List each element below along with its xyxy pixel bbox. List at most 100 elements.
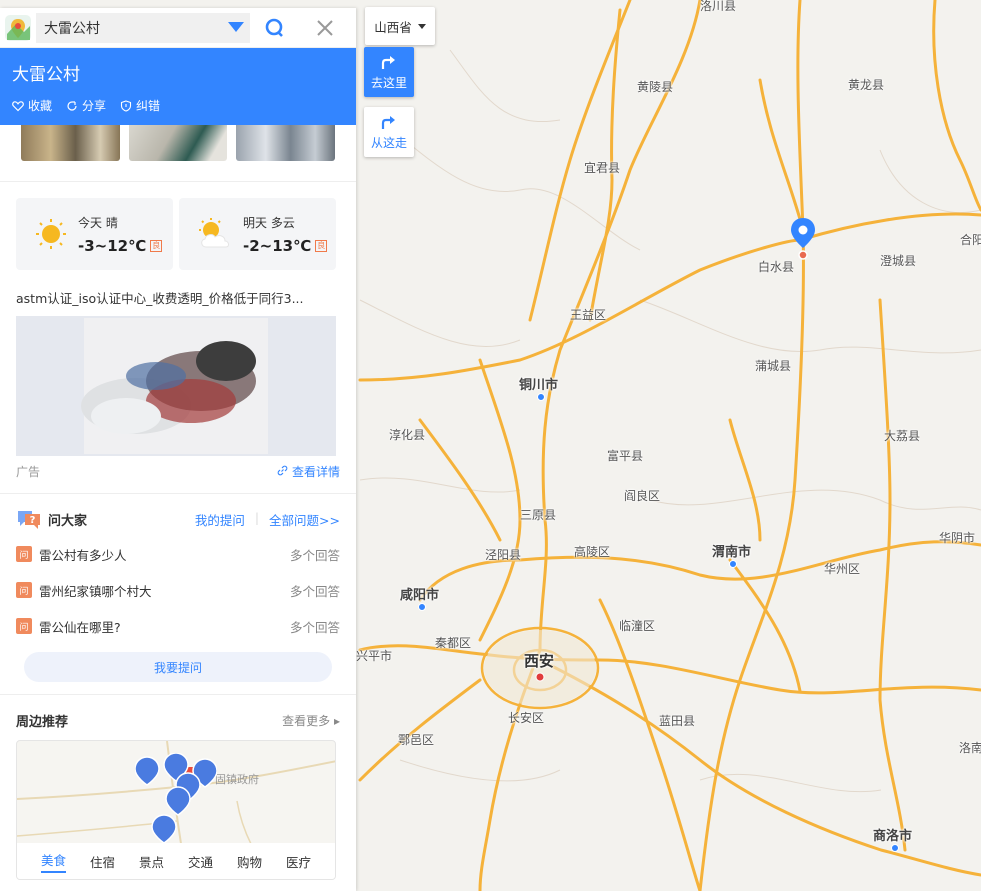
map-label-fuping: 富平县 — [607, 449, 644, 463]
map-label-pucheng: 蒲城县 — [755, 359, 792, 373]
search-query: 大雷公村 — [44, 20, 100, 37]
tab-medical[interactable]: 医疗 — [286, 852, 311, 871]
qa-item[interactable]: 问雷公仙在哪里? 多个回答 — [16, 608, 340, 644]
place-photo[interactable] — [21, 125, 120, 161]
map-label-huyi: 鄠邑区 — [398, 733, 435, 747]
go-here-button[interactable]: 去这里 — [364, 47, 414, 97]
favorite-label: 收藏 — [28, 99, 53, 113]
turn-right-arrow-icon — [381, 115, 395, 129]
shield-icon — [120, 99, 132, 112]
partly-cloudy-icon — [199, 218, 229, 248]
place-title: 大雷公村 — [12, 65, 80, 85]
nearby-more-label: 查看更多 — [282, 714, 331, 728]
weather-tomorrow-temp: -2~13℃ — [243, 236, 312, 255]
nearby-section: 周边推荐 查看更多 ▸ 固镇政府 美食 住宿 景点 交通 购物 医疗 — [0, 695, 356, 891]
map-label-yanliang: 阎良区 — [624, 489, 661, 503]
ad-image[interactable] — [16, 316, 336, 456]
qa-answer-count: 多个回答 — [289, 619, 340, 635]
heart-icon — [12, 100, 24, 111]
sunny-icon — [36, 219, 66, 249]
close-button[interactable] — [300, 8, 350, 48]
share-button[interactable]: 分享 — [66, 97, 106, 114]
map-label-luonan: 洛南 — [959, 741, 981, 755]
map-label-huayin: 华阴市 — [939, 531, 976, 545]
favorite-button[interactable]: 收藏 — [12, 97, 52, 114]
map-label-chengcheng: 澄城县 — [880, 254, 917, 268]
map-label-dali: 大荔县 — [884, 429, 921, 443]
tab-shopping[interactable]: 购物 — [237, 852, 262, 871]
map-label-gaoling: 高陵区 — [574, 545, 611, 559]
map-label-xianyang[interactable]: 咸阳市 — [400, 584, 439, 603]
qa-question: 雷州纪家镇哪个村大 — [39, 583, 152, 599]
ad-link-label: 查看详情 — [291, 465, 340, 479]
map-label-wangyi: 王益区 — [570, 308, 607, 322]
all-questions-link[interactable]: 全部问题>> — [269, 510, 340, 529]
qa-answer-count: 多个回答 — [289, 583, 340, 599]
nearby-category-tabs: 美食 住宿 景点 交通 购物 医疗 — [17, 843, 335, 879]
mini-map-label: 固镇政府 — [215, 772, 259, 786]
map-label-sanyuan: 三原县 — [520, 508, 557, 522]
map-label-heyang: 合阳 — [960, 233, 981, 247]
map-label-changan: 长安区 — [508, 711, 545, 725]
qa-question: 雷公村有多少人 — [39, 547, 127, 563]
ad-headline[interactable]: astm认证_iso认证中心_收费透明_价格低于同行3... — [0, 288, 356, 307]
chevron-right-icon: ▸ — [333, 714, 340, 728]
link-icon — [277, 465, 288, 476]
place-actions: 收藏 分享 纠错 — [12, 97, 344, 114]
province-label: 山西省 — [374, 19, 412, 35]
dropdown-triangle-icon[interactable] — [228, 21, 244, 32]
map-label-tongchuan[interactable]: 铜川市 — [519, 374, 558, 393]
map-label-chunhua: 淳化县 — [389, 428, 426, 442]
qa-item[interactable]: 问雷公村有多少人 多个回答 — [16, 536, 340, 572]
weather-today-card[interactable]: 今天 晴 -3~12℃ 良 — [16, 198, 173, 270]
map-label-lintong: 临潼区 — [619, 619, 656, 633]
air-quality-badge: 良 — [315, 239, 328, 252]
weather-section: 今天 晴 -3~12℃ 良 明天 多云 -2~13℃ 良 — [0, 182, 356, 282]
go-here-label: 去这里 — [370, 75, 407, 90]
report-label: 纠错 — [136, 99, 161, 113]
search-input[interactable]: 大雷公村 — [36, 12, 250, 43]
weather-tomorrow-label: 明天 多云 — [243, 215, 295, 230]
place-photo[interactable] — [236, 125, 336, 161]
ad-details-link[interactable]: 查看详情 — [277, 463, 340, 480]
separator: | — [254, 509, 260, 525]
from-here-button[interactable]: 从这走 — [364, 107, 414, 157]
qa-title: 问大家 — [48, 513, 88, 529]
search-button[interactable] — [250, 8, 300, 48]
weather-tomorrow-card[interactable]: 明天 多云 -2~13℃ 良 — [179, 198, 336, 270]
search-bar: 大雷公村 — [0, 8, 356, 48]
nearby-more-link[interactable]: 查看更多 ▸ — [282, 712, 340, 729]
from-here-label: 从这走 — [370, 135, 407, 150]
ask-question-button[interactable]: 我要提问 — [24, 652, 332, 682]
share-label: 分享 — [82, 99, 107, 113]
tab-food[interactable]: 美食 — [40, 850, 66, 873]
share-icon — [67, 100, 77, 111]
ad-label: 广告 — [16, 465, 41, 479]
search-icon — [265, 18, 283, 37]
map-label-weinan[interactable]: 渭南市 — [712, 541, 751, 560]
place-photo[interactable] — [128, 125, 228, 161]
my-questions-link[interactable]: 我的提问 — [195, 510, 245, 529]
map-logo-icon[interactable] — [0, 8, 36, 48]
province-selector[interactable]: 山西省 — [365, 7, 435, 45]
tab-hotel[interactable]: 住宿 — [90, 852, 115, 871]
report-button[interactable]: 纠错 — [120, 97, 160, 114]
place-detail-panel: 大雷公村 大雷公村 收藏 分享 纠错 今天 晴 -3~12℃ 良 明天 多云 -… — [0, 8, 356, 891]
question-icon: 问 — [16, 582, 32, 598]
restaurant-marker-icon[interactable] — [135, 753, 217, 843]
map-label-shangluo[interactable]: 商洛市 — [873, 825, 912, 844]
svg-text:?: ? — [30, 515, 36, 526]
nearby-title: 周边推荐 — [16, 715, 69, 730]
question-icon: 问 — [16, 618, 32, 634]
qa-item[interactable]: 问雷州纪家镇哪个村大 多个回答 — [16, 572, 340, 608]
map-label-xian[interactable]: 西安 — [524, 650, 554, 671]
tab-scenic[interactable]: 景点 — [139, 852, 164, 871]
nearby-mini-map[interactable]: 固镇政府 美食 住宿 景点 交通 购物 医疗 — [16, 740, 336, 880]
qa-section: ? 问大家 我的提问 | 全部问题>> 问雷公村有多少人 多个回答 问雷州纪家镇… — [0, 494, 356, 694]
tab-transport[interactable]: 交通 — [188, 852, 213, 871]
map-label-huazhou: 华州区 — [824, 562, 861, 576]
caret-down-icon — [417, 23, 426, 29]
map-label-huangling: 黄陵县 — [637, 80, 674, 94]
map-label-yijun: 宜君县 — [584, 161, 621, 175]
map-label-xingping: 兴平市 — [356, 649, 393, 663]
